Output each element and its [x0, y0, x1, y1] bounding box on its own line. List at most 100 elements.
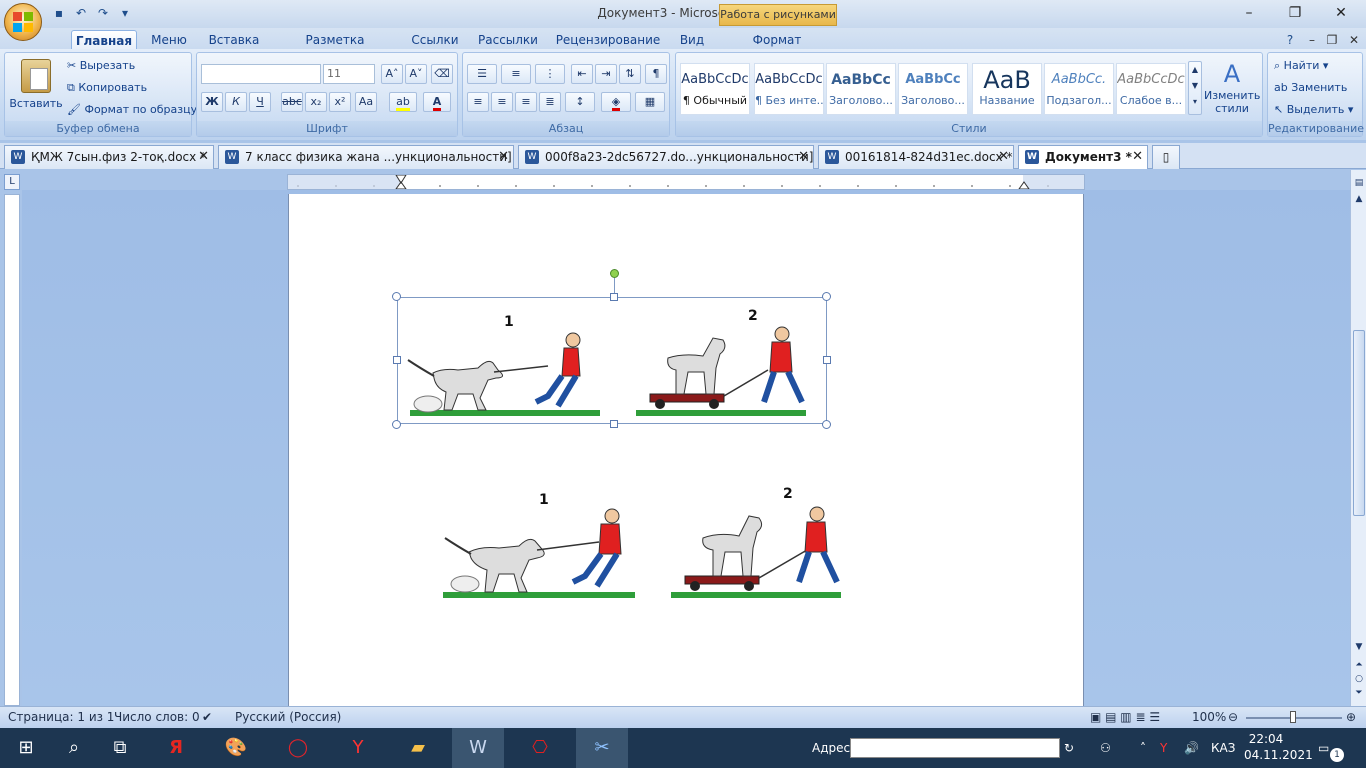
help-icon[interactable]: ?: [1282, 30, 1298, 50]
justify-button[interactable]: ≣: [539, 92, 561, 112]
vertical-scrollbar[interactable]: ▤ ▲ ▼ ⏶ ○ ⏷: [1350, 170, 1366, 706]
increase-indent-button[interactable]: ⇥: [595, 64, 617, 84]
clock[interactable]: 22:04 04.11.2021: [1244, 731, 1313, 763]
zoom-in-icon[interactable]: ⊕: [1346, 710, 1356, 724]
ribbon-minimize-icon[interactable]: –: [1304, 30, 1320, 50]
prev-page-icon[interactable]: ⏶: [1352, 658, 1366, 672]
doc-tab-active[interactable]: W Документ3 * ✕: [1018, 145, 1148, 169]
people-icon[interactable]: ⚇: [1100, 728, 1111, 768]
format-painter-button[interactable]: 🖌 Формат по образцу: [67, 103, 197, 116]
close-tab-icon[interactable]: ✕: [998, 146, 1009, 168]
select-button[interactable]: ↖ Выделить ▾: [1274, 103, 1353, 116]
rotate-handle[interactable]: [610, 269, 619, 278]
view-buttons[interactable]: ▣ ▤ ▥ ≣ ☰: [1090, 710, 1160, 724]
shrink-font-button[interactable]: A˅: [405, 64, 427, 84]
refresh-icon[interactable]: ↻: [1064, 728, 1074, 768]
notification-icon[interactable]: ▭: [1318, 728, 1329, 768]
document-page[interactable]: 1 2 1 2: [288, 194, 1084, 706]
tab-page-layout[interactable]: Разметка страницы: [276, 30, 394, 67]
doc-tab[interactable]: W 7 класс физика жана ...ункциональности]…: [218, 145, 514, 169]
tab-home[interactable]: Главная: [71, 30, 137, 50]
windows-icon[interactable]: ⊞: [0, 728, 52, 768]
resize-handle[interactable]: [393, 356, 401, 364]
word-count[interactable]: Число слов: 0: [114, 710, 200, 724]
style-heading1[interactable]: AaBbCc Заголово...: [826, 63, 896, 115]
picture[interactable]: 1 2: [439, 484, 849, 604]
file-explorer-icon[interactable]: ▰: [392, 728, 444, 768]
italic-button[interactable]: К: [225, 92, 247, 112]
align-center-button[interactable]: ≡: [491, 92, 513, 112]
font-color-button[interactable]: A: [423, 92, 451, 112]
proofing-icon[interactable]: ✔: [202, 710, 212, 724]
tab-selector[interactable]: L: [4, 174, 20, 190]
decrease-indent-button[interactable]: ⇤: [571, 64, 593, 84]
style-subtle-emphasis[interactable]: AaBbCcDc Слабое в...: [1116, 63, 1186, 115]
resize-handle[interactable]: [823, 356, 831, 364]
underline-button[interactable]: Ч: [249, 92, 271, 112]
doc-tab[interactable]: W 000f8a23-2dc56727.do...ункциональности]…: [518, 145, 814, 169]
office-button[interactable]: [4, 3, 42, 41]
tab-insert[interactable]: Вставка: [204, 30, 264, 50]
vertical-ruler[interactable]: [4, 194, 20, 706]
yandex-tray-icon[interactable]: Y: [1160, 728, 1167, 768]
yandex-browser-icon[interactable]: Y: [332, 728, 384, 768]
help-icon[interactable]: [48, 30, 68, 50]
show-marks-button[interactable]: ¶: [645, 64, 667, 84]
volume-icon[interactable]: 🔊: [1184, 728, 1199, 768]
grow-font-button[interactable]: A˄: [381, 64, 403, 84]
superscript-button[interactable]: x²: [329, 92, 351, 112]
replace-button[interactable]: ab Заменить: [1274, 81, 1347, 94]
resize-handle[interactable]: [610, 293, 618, 301]
browse-object-icon[interactable]: ○: [1352, 672, 1366, 686]
close-tab-icon[interactable]: ✕: [498, 146, 509, 168]
horizontal-ruler[interactable]: [287, 174, 1085, 190]
style-heading2[interactable]: AaBbCc Заголово...: [898, 63, 968, 115]
tab-mailings[interactable]: Рассылки: [474, 30, 542, 50]
scroll-thumb[interactable]: [1353, 330, 1365, 516]
resize-handle[interactable]: [392, 292, 401, 301]
tab-references[interactable]: Ссылки: [406, 30, 464, 50]
strikethrough-button[interactable]: abc: [281, 92, 303, 112]
change-styles-button[interactable]: A Изменить стили: [1204, 59, 1260, 115]
borders-button[interactable]: ▦: [635, 92, 665, 112]
subscript-button[interactable]: x₂: [305, 92, 327, 112]
change-case-button[interactable]: Aa: [355, 92, 377, 112]
font-size-combo[interactable]: 11: [323, 64, 375, 84]
task-view-icon[interactable]: ⧉: [94, 728, 146, 768]
style-subtitle[interactable]: AaBbCc. Подзагол...: [1044, 63, 1114, 115]
tab-review[interactable]: Рецензирование: [552, 30, 664, 50]
view-ruler-icon[interactable]: ▤: [1352, 176, 1366, 190]
copy-button[interactable]: ⧉ Копировать: [67, 81, 147, 95]
bold-button[interactable]: Ж: [201, 92, 223, 112]
align-right-button[interactable]: ≡: [515, 92, 537, 112]
resize-handle[interactable]: [392, 420, 401, 429]
styles-scroll[interactable]: ▲ ▼ ▾: [1188, 61, 1202, 115]
language-indicator[interactable]: Русский (Россия): [235, 710, 341, 724]
new-tab-button[interactable]: ▯: [1152, 145, 1180, 169]
yandex-icon[interactable]: Я: [150, 728, 202, 768]
cut-button[interactable]: ✂ Вырезать: [67, 59, 135, 72]
language-indicator[interactable]: КАЗ: [1211, 728, 1235, 768]
multilevel-list-button[interactable]: ⋮: [535, 64, 565, 84]
tab-view[interactable]: Вид: [672, 30, 712, 50]
page-count[interactable]: Страница: 1 из 1: [8, 710, 114, 724]
restore-button[interactable]: ❐: [1272, 0, 1318, 26]
ribbon-restore-icon[interactable]: ❐: [1324, 30, 1340, 50]
tab-menu[interactable]: Меню: [144, 30, 194, 50]
doc-tab[interactable]: W ҚМЖ 7сын.физ 2-тоқ.docx * ✕: [4, 145, 214, 169]
selected-picture[interactable]: 1 2: [397, 297, 827, 424]
close-button[interactable]: ✕: [1318, 0, 1364, 26]
minimize-button[interactable]: –: [1226, 0, 1272, 26]
address-input[interactable]: [850, 738, 1060, 758]
resize-handle[interactable]: [822, 292, 831, 301]
zoom-out-icon[interactable]: ⊖: [1228, 710, 1238, 724]
scroll-down-icon[interactable]: ▼: [1352, 640, 1366, 654]
resize-handle[interactable]: [610, 420, 618, 428]
close-tab-icon[interactable]: ✕: [198, 146, 209, 168]
tab-format[interactable]: Формат: [740, 30, 814, 50]
style-normal[interactable]: AaBbCcDc ¶ Обычный: [680, 63, 750, 115]
style-no-spacing[interactable]: AaBbCcDc ¶ Без инте...: [754, 63, 824, 115]
close-tab-icon[interactable]: ✕: [1132, 146, 1143, 168]
zoom-slider-thumb[interactable]: [1290, 711, 1296, 723]
search-icon[interactable]: ⌕: [48, 728, 100, 768]
